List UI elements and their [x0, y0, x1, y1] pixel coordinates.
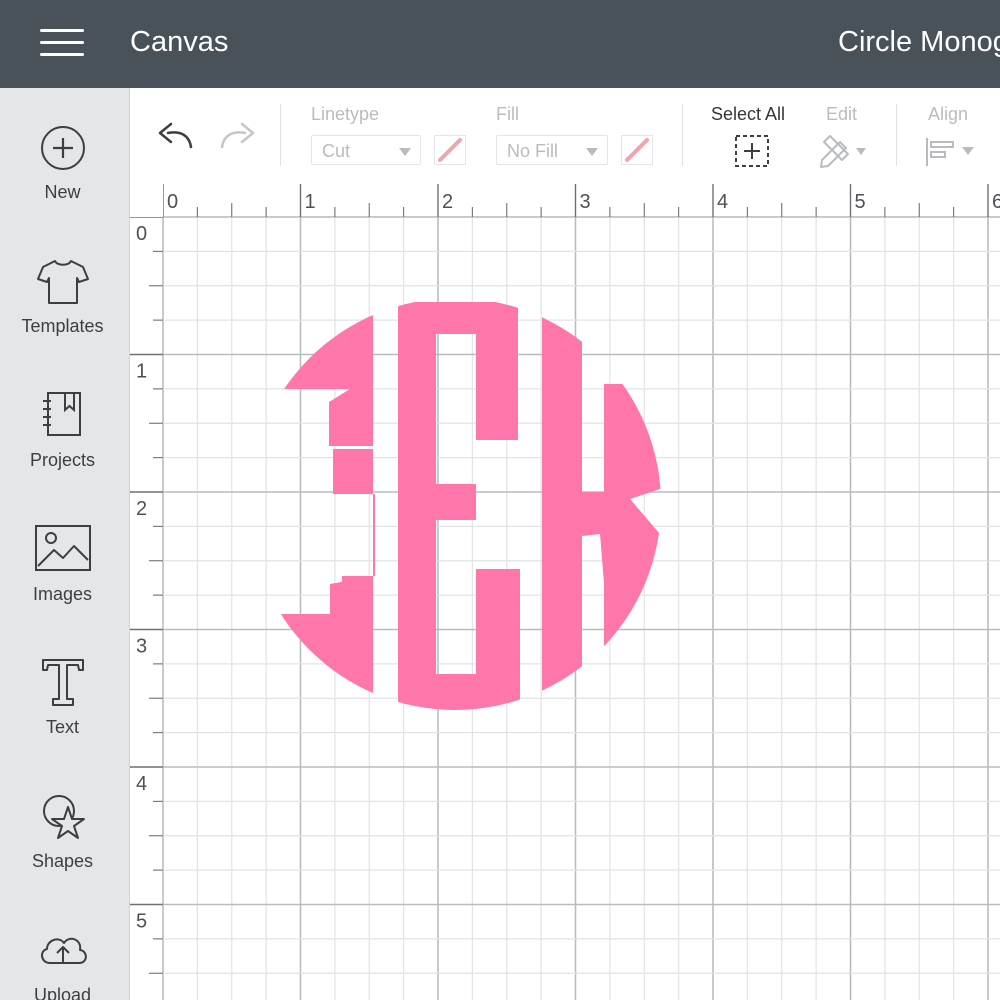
text-t-icon [42, 659, 84, 706]
fill-color-swatch[interactable] [621, 135, 653, 165]
sidebar-item-label: Projects [29, 450, 96, 470]
sidebar-item-new[interactable]: New [0, 120, 129, 230]
monogram-letter-e [398, 302, 520, 710]
linetype-value: Cut [322, 141, 351, 161]
project-name[interactable]: Circle Monogram [838, 24, 1000, 60]
sidebar-item-label: New [44, 182, 81, 202]
linetype-label: Linetype [311, 104, 380, 124]
select-all-icon[interactable] [734, 134, 770, 168]
toolbar-divider [896, 104, 897, 166]
sidebar-item-upload[interactable]: Upload [0, 923, 129, 1000]
ruler-label: 4 [136, 773, 147, 795]
chevron-down-icon [399, 148, 411, 156]
ruler-label: 1 [305, 191, 316, 213]
undo-icon[interactable] [155, 119, 195, 151]
fill-value: No Fill [507, 141, 559, 161]
ruler-label: 6 [992, 191, 1000, 213]
ruler-label: 0 [136, 223, 147, 245]
sidebar-item-templates[interactable]: Templates [0, 254, 129, 364]
shapes-icon [43, 795, 85, 839]
sidebar-item-shapes[interactable]: Shapes [0, 789, 129, 899]
monogram-design[interactable] [130, 184, 1000, 1000]
chevron-down-icon [586, 148, 598, 156]
cloud-upload-icon [41, 937, 87, 964]
ruler-label: 5 [855, 191, 866, 213]
linetype-dropdown[interactable]: Cut [311, 135, 421, 165]
sidebar-item-images[interactable]: Images [0, 522, 129, 632]
ruler-label: 2 [136, 498, 147, 520]
plus-circle-icon [41, 126, 85, 170]
align-label: Align [928, 104, 969, 124]
app-header: Canvas Circle Monogram [0, 0, 1000, 88]
hamburger-menu-icon[interactable] [40, 28, 86, 58]
tshirt-icon [37, 260, 89, 304]
sidebar-item-label: Text [45, 717, 79, 737]
sidebar-item-label: Shapes [31, 851, 94, 871]
monogram-letter-s-lower [249, 576, 373, 704]
ruler-label: 3 [580, 191, 591, 213]
sidebar-item-text[interactable]: Text [0, 655, 129, 765]
linetype-color-swatch[interactable] [434, 135, 466, 165]
edit-label: Edit [826, 104, 858, 124]
no-color-slash-icon [625, 138, 649, 162]
redo-icon[interactable] [218, 119, 258, 151]
page-title: Canvas [130, 26, 229, 58]
ruler-label: 4 [717, 191, 728, 213]
sidebar-item-label: Upload [33, 985, 92, 1000]
monogram-letter-k [542, 314, 661, 704]
toolbar-divider [682, 104, 683, 166]
vertical-ruler: 0 1 2 3 4 5 [130, 184, 163, 1000]
ruler-label: 3 [136, 636, 147, 658]
ruler-label: 5 [136, 911, 147, 933]
align-icon[interactable] [924, 136, 980, 168]
sidebar-item-projects[interactable]: Projects [0, 388, 129, 498]
monogram-letter-s-upper [249, 314, 373, 446]
sidebar-item-label: Images [32, 584, 93, 604]
image-icon [35, 525, 91, 571]
sidebar-item-label: Templates [21, 316, 104, 336]
toolbar-divider [280, 104, 281, 166]
ruler-label: 1 [136, 361, 147, 383]
design-canvas[interactable] [130, 184, 1000, 1000]
edit-pencil-ruler-icon[interactable] [818, 134, 870, 168]
select-all-label: Select All [711, 104, 786, 124]
fill-dropdown[interactable]: No Fill [496, 135, 608, 165]
notebook-icon [43, 392, 81, 436]
ruler-label: 0 [167, 191, 178, 213]
no-color-slash-icon [438, 138, 462, 162]
sidebar: New Templates Projects Images Text Shape… [0, 88, 130, 1000]
horizontal-ruler: 0 1 2 3 4 5 6 [130, 184, 1000, 217]
fill-label: Fill [496, 104, 519, 124]
ruler-label: 2 [442, 191, 453, 213]
toolbar: Linetype Cut Fill No Fill Select All Edi… [130, 88, 1000, 185]
